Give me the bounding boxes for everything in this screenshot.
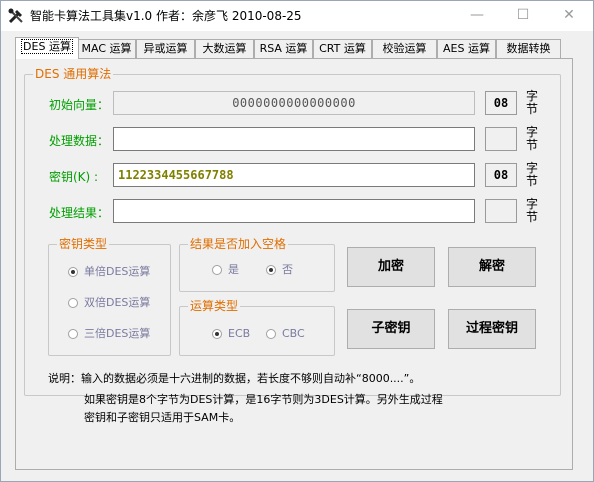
window-title: 智能卡算法工具集v1.0 作者：余彦飞 2010-08-25	[30, 9, 302, 23]
add-space-no-label: 否	[282, 263, 293, 276]
app-window: 智能卡算法工具集v1.0 作者：余彦飞 2010-08-25 — ☐ ✕ DES…	[0, 0, 594, 482]
encrypt-button[interactable]: 加密	[347, 247, 435, 287]
note-line-1: 说明：输入的数据必须是十六进制的数据，若长度不够则自动补“8000....”。	[48, 372, 421, 385]
decrypt-button[interactable]: 解密	[448, 247, 536, 287]
radio-selected-icon	[212, 329, 222, 339]
result-label: 处理结果：	[49, 206, 110, 220]
minimize-button[interactable]: —	[454, 1, 500, 30]
tab-checksum[interactable]: 校验运算	[372, 39, 437, 58]
add-space-title: 结果是否加入空格	[188, 237, 289, 251]
des-group-title: DES 通用算法	[33, 67, 114, 81]
key-type-double-label: 双倍DES运算	[84, 296, 151, 309]
radio-icon	[68, 298, 78, 308]
key-byte-count: 08	[485, 163, 517, 187]
tab-mac[interactable]: MAC 运算	[77, 39, 136, 58]
des-tab-panel: DES 通用算法 初始向量： 0000000000000000 08 字节 处理…	[15, 58, 573, 470]
iv-byte-count: 08	[485, 91, 517, 115]
radio-icon	[212, 265, 222, 275]
add-space-group: 结果是否加入空格	[179, 237, 335, 292]
unit-bottom: 节	[525, 210, 538, 224]
op-type-ecb-label: ECB	[228, 327, 251, 340]
op-type-title: 运算类型	[188, 299, 241, 313]
process-key-button[interactable]: 过程密钥	[448, 309, 536, 349]
data-byte-count	[485, 127, 517, 151]
add-space-no[interactable]: 否	[266, 263, 293, 277]
key-unit-label: 字节	[524, 162, 540, 188]
maximize-button[interactable]: ☐	[500, 1, 546, 30]
result-field[interactable]	[113, 199, 475, 223]
data-label: 处理数据：	[49, 134, 110, 148]
radio-selected-icon	[68, 267, 78, 277]
key-type-double[interactable]: 双倍DES运算	[68, 296, 150, 310]
close-button[interactable]: ✕	[546, 1, 592, 30]
radio-selected-icon	[266, 265, 276, 275]
tab-data-convert[interactable]: 数据转换	[496, 39, 561, 58]
note-line-3: 密钥和子密钥只适用于SAM卡。	[84, 411, 241, 424]
data-unit-label: 字节	[524, 126, 540, 152]
data-input[interactable]	[113, 127, 475, 151]
key-type-title: 密钥类型	[57, 237, 110, 251]
key-type-single[interactable]: 单倍DES运算	[68, 265, 150, 279]
note-line-2: 如果密钥是8个字节为DES计算，是16字节则为3DES计算。另外生成过程	[84, 393, 443, 406]
title-bar[interactable]: 智能卡算法工具集v1.0 作者：余彦飞 2010-08-25 — ☐ ✕	[1, 1, 593, 31]
key-label: 密钥(K) :	[49, 170, 99, 184]
tab-aes[interactable]: AES 运算	[437, 39, 496, 58]
result-byte-count	[485, 199, 517, 223]
tab-des[interactable]: DES 运算	[15, 37, 79, 59]
op-type-cbc-label: CBC	[282, 327, 305, 340]
tab-des-label: DES 运算	[21, 39, 73, 54]
unit-bottom: 节	[525, 174, 538, 188]
op-type-ecb[interactable]: ECB	[212, 327, 250, 341]
unit-bottom: 节	[525, 138, 538, 152]
tab-bignum[interactable]: 大数运算	[195, 39, 254, 58]
add-space-yes-label: 是	[228, 263, 239, 276]
key-type-triple-label: 三倍DES运算	[84, 327, 151, 340]
tab-rsa[interactable]: RSA 运算	[254, 39, 313, 58]
tab-crt[interactable]: CRT 运算	[313, 39, 372, 58]
iv-field[interactable]: 0000000000000000	[113, 91, 475, 115]
key-type-single-label: 单倍DES运算	[84, 265, 151, 278]
key-input[interactable]: 1122334455667788	[113, 163, 475, 187]
tools-icon	[8, 8, 23, 24]
op-type-group: 运算类型	[179, 299, 335, 356]
radio-icon	[266, 329, 276, 339]
iv-label: 初始向量：	[49, 98, 110, 112]
add-space-yes[interactable]: 是	[212, 263, 239, 277]
radio-icon	[68, 329, 78, 339]
op-type-cbc[interactable]: CBC	[266, 327, 305, 341]
iv-unit-label: 字节	[524, 90, 540, 116]
result-unit-label: 字节	[524, 198, 540, 224]
unit-bottom: 节	[525, 102, 538, 116]
key-type-triple[interactable]: 三倍DES运算	[68, 327, 150, 341]
subkey-button[interactable]: 子密钥	[347, 309, 435, 349]
tab-xor[interactable]: 异或运算	[136, 39, 195, 58]
